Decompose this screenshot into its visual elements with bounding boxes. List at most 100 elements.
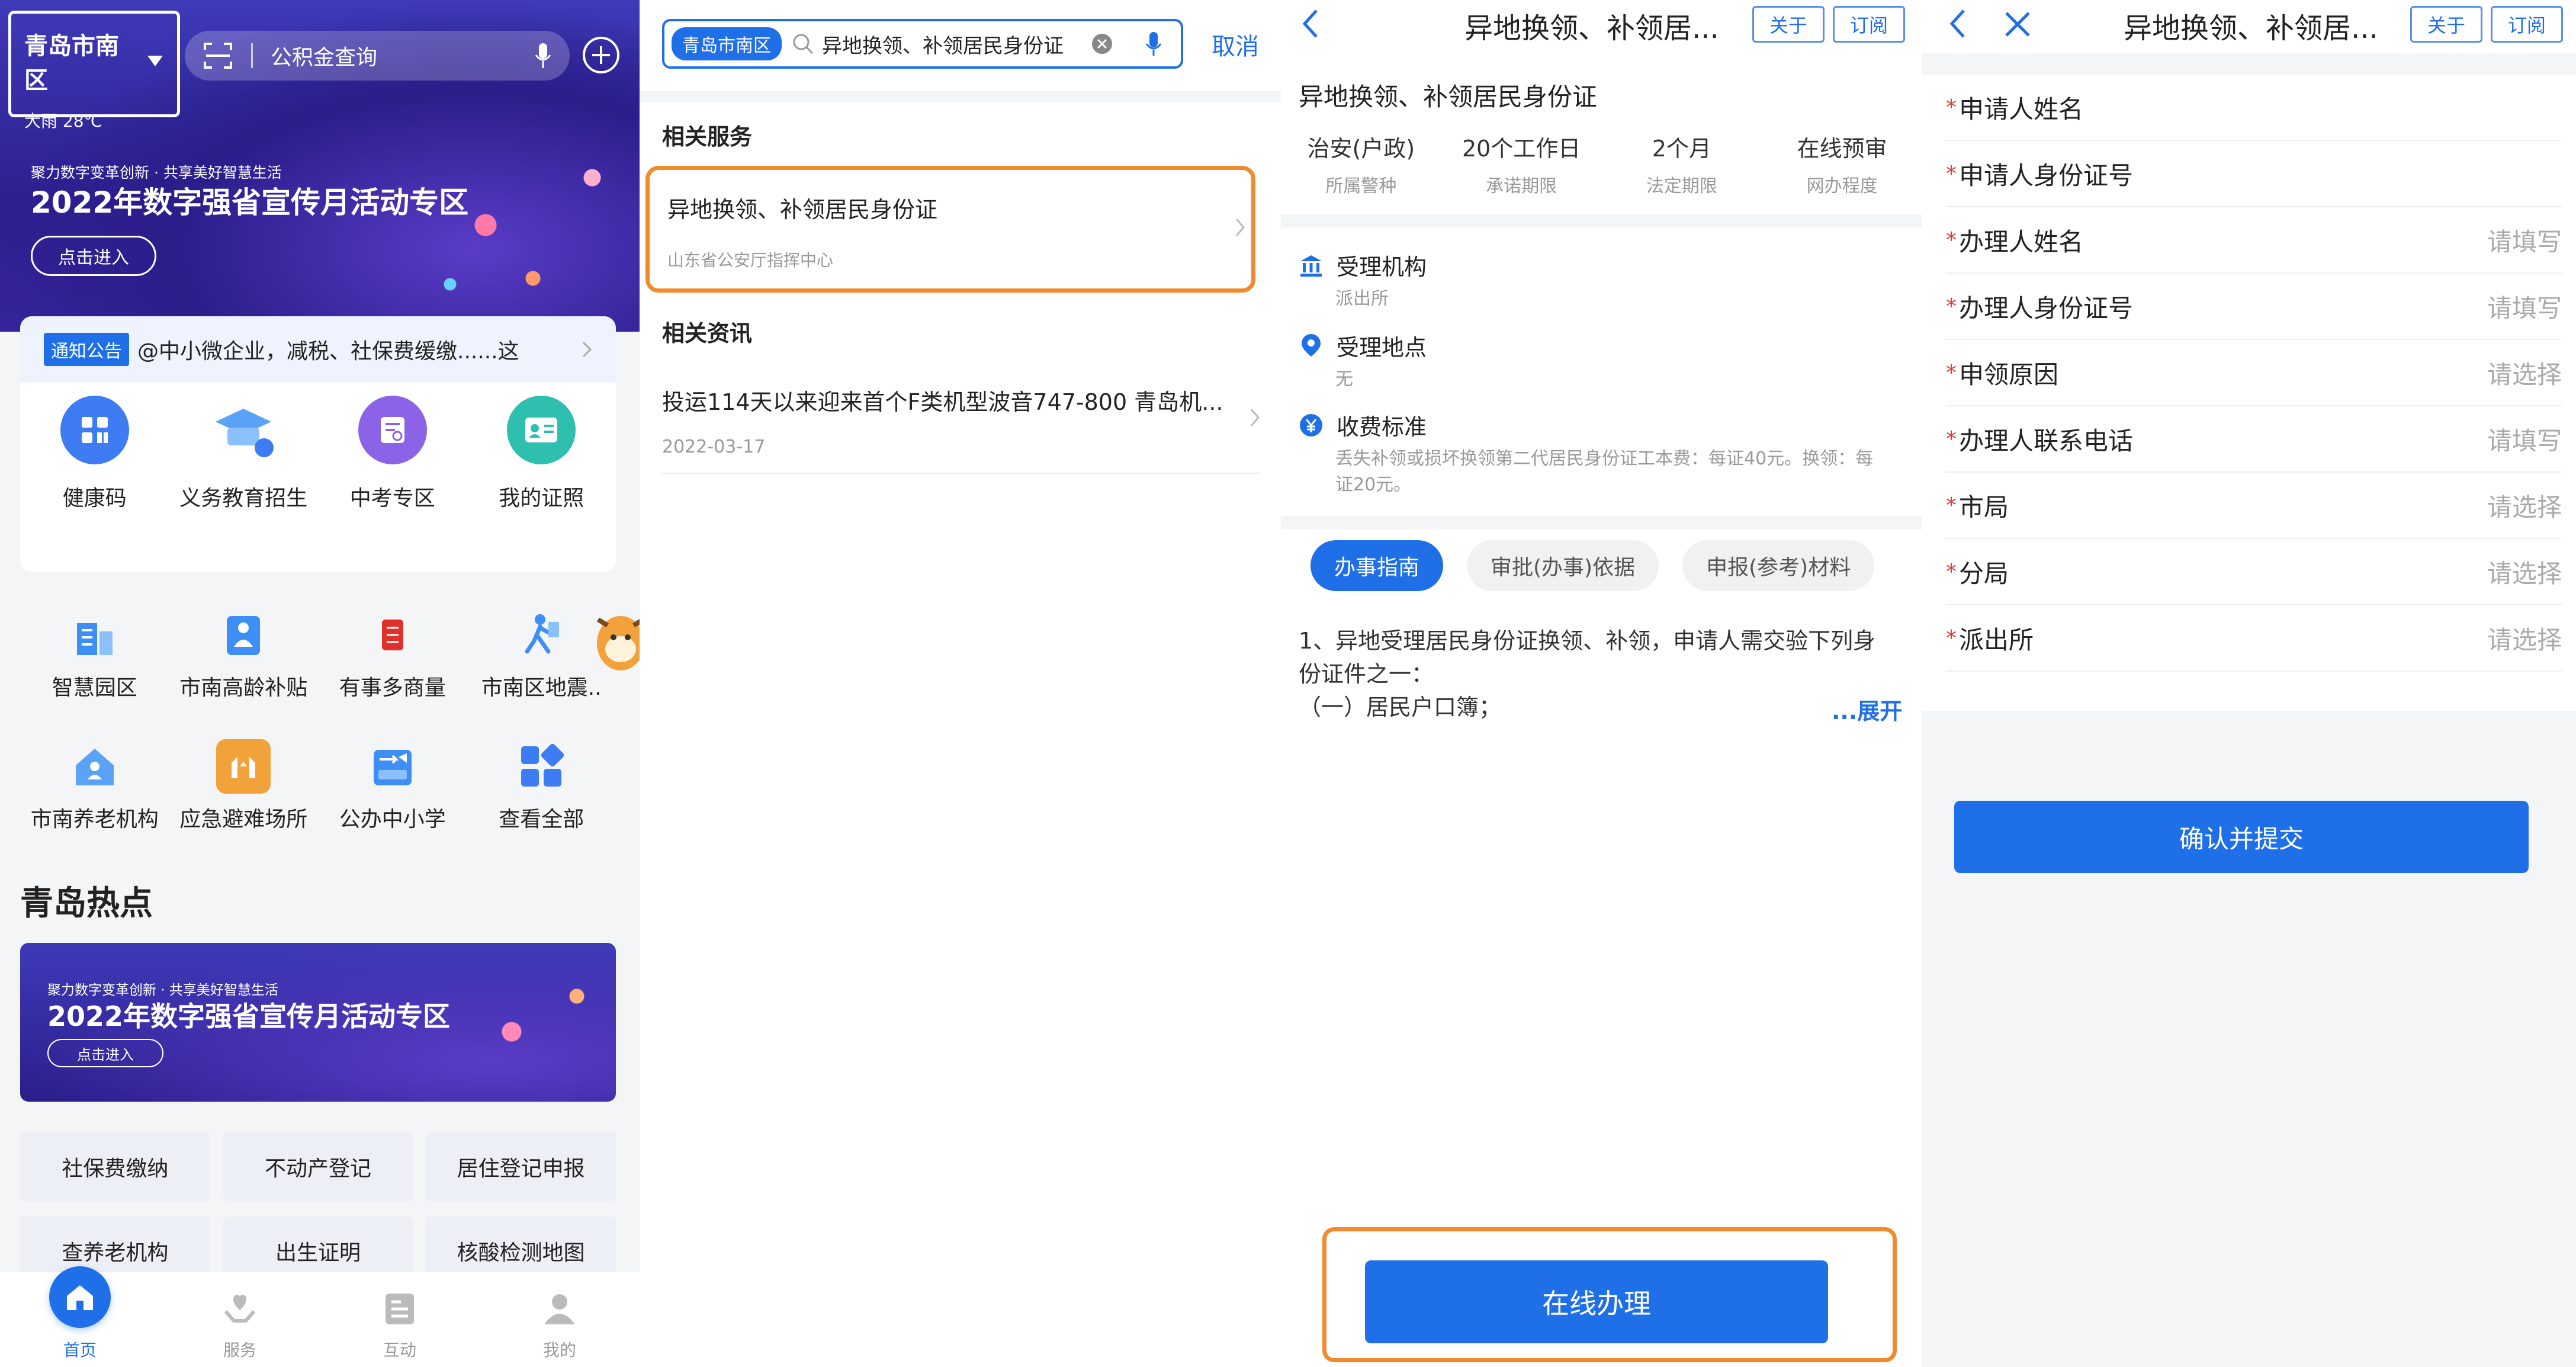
quick-link[interactable]: 居住登记申报 bbox=[426, 1132, 616, 1201]
field-police-station[interactable]: * 派出所 请选择 bbox=[1946, 605, 2562, 672]
document-list-icon bbox=[381, 1281, 419, 1337]
field-handler-name[interactable]: * 办理人姓名 请填写 bbox=[1946, 207, 2562, 274]
subscribe-button[interactable]: 订阅 bbox=[1833, 6, 1905, 43]
quick-link[interactable]: 社保费缴纳 bbox=[20, 1132, 210, 1201]
tab-mine[interactable]: 我的 bbox=[480, 1272, 640, 1367]
quick-link[interactable]: 不动产登记 bbox=[223, 1132, 413, 1201]
hero-enter-button[interactable]: 点击进入 bbox=[31, 236, 156, 276]
house-icon bbox=[68, 739, 122, 794]
home-search-bar[interactable]: 公积金查询 bbox=[185, 31, 570, 81]
back-icon[interactable] bbox=[1946, 6, 1970, 41]
service-result-dept: 山东省公安厅指挥中心 bbox=[667, 251, 834, 270]
fee-value: 丢失补领或损坏换领第二代居民身份证工本费：每证40元。换领：每证20元。 bbox=[1335, 448, 1874, 495]
heart-hands-icon bbox=[221, 1281, 259, 1337]
notice-bar[interactable]: 通知公告 @中小微企业，减税、社保费缓缴......这 bbox=[20, 316, 616, 383]
school-icon bbox=[365, 739, 420, 794]
search-icon bbox=[791, 32, 815, 56]
cancel-button[interactable]: 取消 bbox=[1212, 27, 1259, 62]
service-consult[interactable]: 有事多商量 bbox=[318, 608, 467, 701]
service-label: 义务教育招生 bbox=[179, 486, 308, 511]
field-placeholder: 请选择 bbox=[2487, 492, 2562, 522]
stat-police-type: 治安(户政) 所属警种 bbox=[1307, 136, 1415, 197]
field-label: 申领原因 bbox=[1959, 360, 2059, 389]
service-label: 市南养老机构 bbox=[30, 807, 159, 832]
back-icon[interactable] bbox=[1299, 6, 1322, 41]
guide-item: （一）居民户口簿； bbox=[1299, 694, 1502, 720]
service-result-title: 异地换领、补领居民身份证 bbox=[667, 197, 938, 223]
search-divider bbox=[251, 43, 253, 68]
location-selector[interactable]: 青岛市南区 大雨 28℃ bbox=[8, 11, 180, 131]
scan-icon[interactable] bbox=[203, 40, 233, 71]
field-applicant-id[interactable]: * 申请人身份证号 bbox=[1946, 141, 2562, 207]
field-placeholder: 请选择 bbox=[2487, 559, 2562, 588]
tab-interaction[interactable]: 互动 bbox=[320, 1272, 480, 1367]
field-city-bureau[interactable]: * 市局 请选择 bbox=[1946, 473, 2562, 539]
field-reason[interactable]: * 申领原因 请选择 bbox=[1946, 340, 2562, 406]
service-label: 我的证照 bbox=[499, 486, 584, 511]
mascot-icon[interactable] bbox=[584, 602, 640, 702]
tab-home[interactable]: 首页 bbox=[0, 1266, 160, 1367]
subscribe-button[interactable]: 订阅 bbox=[2491, 6, 2563, 43]
agency-label: 受理机构 bbox=[1337, 254, 1427, 280]
online-apply-button[interactable]: 在线办理 bbox=[1365, 1260, 1828, 1343]
tab-label: 服务 bbox=[223, 1340, 256, 1360]
field-applicant-name[interactable]: * 申请人姓名 bbox=[1946, 75, 2562, 141]
tab-materials[interactable]: 申报(参考)材料 bbox=[1682, 540, 1875, 591]
banner-title: 2022年数字强省宣传月活动专区 bbox=[47, 1000, 451, 1032]
service-education-enrollment[interactable]: 义务教育招生 bbox=[169, 396, 319, 512]
divider bbox=[640, 91, 1281, 102]
service-result-item[interactable]: 异地换领、补领居民身份证 山东省公安厅指挥中心 bbox=[645, 166, 1255, 293]
search-input[interactable]: 异地换领、补领居民身份证 bbox=[822, 30, 1083, 59]
field-label: 办理人联系电话 bbox=[1959, 426, 2134, 455]
about-button[interactable]: 关于 bbox=[1752, 6, 1825, 43]
microphone-icon[interactable] bbox=[1145, 31, 1162, 57]
news-item[interactable]: 投运114天以来迎来首个F类机型波音747-800 青岛机... 2022-03… bbox=[662, 384, 1260, 457]
service-label: 中考专区 bbox=[349, 486, 435, 511]
running-person-icon bbox=[514, 608, 568, 662]
about-button[interactable]: 关于 bbox=[2410, 6, 2482, 43]
service-view-all[interactable]: 查看全部 bbox=[467, 739, 616, 833]
field-phone[interactable]: * 办理人联系电话 请填写 bbox=[1946, 406, 2562, 473]
notice-tag: 通知公告 bbox=[44, 333, 129, 366]
banner-enter-button[interactable]: 点击进入 bbox=[47, 1039, 163, 1067]
related-services-title: 相关服务 bbox=[662, 124, 753, 150]
submit-button[interactable]: 确认并提交 bbox=[1954, 801, 2529, 873]
tab-services[interactable]: 服务 bbox=[160, 1272, 320, 1367]
form-header: 异地换领、补领居... 关于 订阅 bbox=[1922, 0, 2576, 53]
close-icon[interactable] bbox=[2002, 8, 2034, 40]
hot-banner[interactable]: 聚力数字变革创新 · 共享美好智慧生活 2022年数字强省宣传月活动专区 点击进… bbox=[20, 943, 616, 1102]
building-icon bbox=[68, 608, 122, 662]
service-shelter[interactable]: 应急避难场所 bbox=[169, 739, 319, 833]
notice-text: @中小微企业，减税、社保费缓缴......这 bbox=[137, 339, 519, 364]
weather-text: 大雨 28℃ bbox=[24, 111, 102, 131]
service-exam-zone[interactable]: 中考专区 bbox=[318, 396, 467, 512]
chevron-right-icon bbox=[582, 341, 592, 358]
service-elderly-institution[interactable]: 市南养老机构 bbox=[20, 739, 169, 833]
service-public-schools[interactable]: 公办中小学 bbox=[318, 739, 467, 833]
field-handler-id[interactable]: * 办理人身份证号 请填写 bbox=[1946, 274, 2562, 340]
hot-section-title: 青岛热点 bbox=[20, 884, 153, 923]
service-health-code[interactable]: 健康码 bbox=[20, 396, 169, 512]
search-bar[interactable]: 青岛市南区 异地换领、补领居民身份证 bbox=[662, 19, 1183, 69]
field-label: 派出所 bbox=[1959, 625, 2034, 654]
divider bbox=[1281, 214, 1922, 227]
service-title: 异地换领、补领居民身份证 bbox=[1299, 82, 1598, 111]
tab-basis[interactable]: 审批(办事)依据 bbox=[1467, 540, 1659, 591]
clear-icon[interactable] bbox=[1091, 33, 1113, 55]
field-sub-bureau[interactable]: * 分局 请选择 bbox=[1946, 539, 2562, 605]
service-elderly-subsidy[interactable]: 市南高龄补贴 bbox=[169, 608, 319, 701]
field-placeholder: 请选择 bbox=[2487, 360, 2562, 389]
field-placeholder: 请填写 bbox=[2487, 293, 2562, 323]
add-icon[interactable] bbox=[582, 36, 621, 75]
shelter-icon bbox=[216, 739, 271, 794]
microphone-icon[interactable] bbox=[534, 42, 552, 69]
user-icon bbox=[541, 1281, 579, 1337]
service-smart-park[interactable]: 智慧园区 bbox=[20, 608, 169, 701]
service-my-certificates[interactable]: 我的证照 bbox=[467, 396, 616, 512]
place-value: 无 bbox=[1335, 369, 1353, 390]
news-title: 投运114天以来迎来首个F类机型波音747-800 青岛机... bbox=[662, 389, 1223, 415]
tab-guide[interactable]: 办事指南 bbox=[1311, 540, 1444, 591]
expand-link[interactable]: ...展开 bbox=[1832, 693, 1902, 726]
city-filter-tag[interactable]: 青岛市南区 bbox=[672, 27, 782, 60]
hero-title: 2022年数字强省宣传月活动专区 bbox=[31, 185, 469, 220]
